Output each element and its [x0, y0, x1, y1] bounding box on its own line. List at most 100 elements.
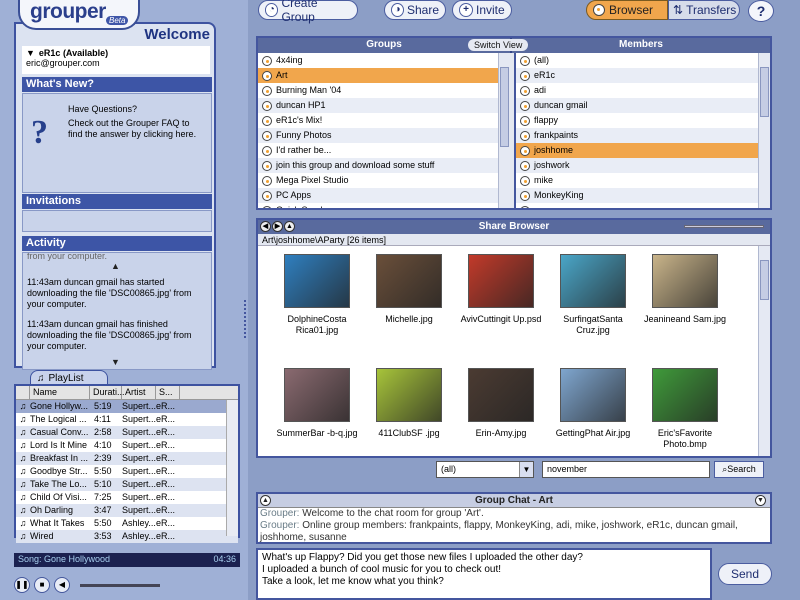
track-source: eR...: [156, 440, 176, 450]
scroll-down-icon[interactable]: ▼: [111, 357, 120, 367]
member-item[interactable]: joshhome: [516, 143, 770, 158]
file-thumbnail[interactable]: SummerBar -b-q.jpg: [272, 368, 362, 439]
col-name[interactable]: Name: [30, 386, 90, 399]
expand-icon[interactable]: ▼: [755, 495, 766, 506]
tab-transfers[interactable]: ⇅ Transfers: [668, 0, 740, 20]
file-name: 411ClubSF .jpg: [378, 428, 440, 438]
invitations-header[interactable]: Invitations: [22, 194, 212, 209]
file-thumbnail[interactable]: Eric'sFavorite Photo.bmp: [640, 368, 730, 450]
member-item[interactable]: adi: [516, 83, 770, 98]
playlist-scrollbar[interactable]: [226, 400, 238, 536]
group-item[interactable]: join this group and download some stuff: [258, 158, 510, 173]
playlist-row[interactable]: ♫ What It Takes 5:50 Ashley... eR...: [16, 517, 238, 530]
group-item[interactable]: eR1c's Mix!: [258, 113, 510, 128]
group-item[interactable]: Burning Man '04: [258, 83, 510, 98]
track-source: eR...: [156, 466, 176, 476]
track-artist: Supert...: [122, 479, 156, 489]
track-name: Oh Darling: [30, 505, 74, 515]
track-source: eR...: [156, 518, 176, 528]
stop-icon[interactable]: ■: [34, 577, 50, 593]
member-item[interactable]: susanne: [516, 203, 770, 208]
playlist-row[interactable]: ♫ Take The Lo... 5:10 Supert... eR...: [16, 478, 238, 491]
group-item[interactable]: duncan HP1: [258, 98, 510, 113]
search-button[interactable]: ⌕Search: [714, 461, 764, 478]
activity-header[interactable]: Activity: [22, 236, 212, 251]
group-item[interactable]: Funny Photos: [258, 128, 510, 143]
back-icon[interactable]: ◀: [260, 221, 271, 232]
user-status[interactable]: ▼ eR1c (Available) eric@grouper.com: [22, 46, 210, 74]
chat-input[interactable]: What's up Flappy? Did you get those new …: [256, 548, 712, 600]
whats-new-header[interactable]: What's New?: [22, 77, 212, 92]
track-artist: Supert...: [122, 440, 156, 450]
file-thumbnail[interactable]: GettingPhat Air.jpg: [548, 368, 638, 439]
groups-members-panel: Groups Members Switch View 4x4ing Art Burn…: [256, 36, 772, 210]
playlist-row[interactable]: ♫ Wired 3:53 Ashley... eR...: [16, 530, 238, 543]
tab-browser[interactable]: Browser: [586, 0, 668, 20]
playlist-row[interactable]: ♫ Child Of Visi... 7:25 Supert... eR...: [16, 491, 238, 504]
playlist-row[interactable]: ♫ Casual Conv... 2:58 Supert... eR...: [16, 426, 238, 439]
member-item[interactable]: eR1c: [516, 68, 770, 83]
file-thumbnail[interactable]: 411ClubSF .jpg: [364, 368, 454, 439]
playlist-row[interactable]: ♫ Breakfast In ... 2:39 Supert... eR...: [16, 452, 238, 465]
playlist-row[interactable]: ♫ Lord Is It Mine 4:10 Supert... eR...: [16, 439, 238, 452]
group-item[interactable]: 4x4ing: [258, 53, 510, 68]
members-scrollbar[interactable]: [758, 53, 770, 208]
volume-icon[interactable]: ◀: [54, 577, 70, 593]
send-button[interactable]: Send: [718, 563, 772, 585]
scroll-up-icon[interactable]: ▲: [111, 261, 120, 271]
group-item[interactable]: Art: [258, 68, 510, 83]
music-note-icon: ♫: [19, 505, 27, 515]
help-button[interactable]: ?: [748, 0, 774, 22]
faq-link[interactable]: Check out the Grouper FAQ to find the an…: [68, 118, 198, 140]
group-item[interactable]: Quick Sand: [258, 203, 510, 208]
member-item[interactable]: duncan gmail: [516, 98, 770, 113]
playlist-row[interactable]: ♫ Gone Hollyw... 5:19 Supert... eR...: [16, 400, 238, 413]
volume-slider[interactable]: [80, 583, 160, 587]
create-group-button[interactable]: ◔ Create Group: [258, 0, 358, 24]
file-thumbnail[interactable]: AvivCuttingit Up.psd: [456, 254, 546, 325]
file-thumbnail[interactable]: Erin-Amy.jpg: [456, 368, 546, 439]
file-thumbnail[interactable]: Michelle.jpg: [364, 254, 454, 325]
member-filter-select[interactable]: (all) ▼: [436, 461, 534, 478]
group-icon: [262, 100, 272, 111]
share-button[interactable]: ◑ Share: [384, 0, 446, 20]
col-duration[interactable]: Durati...: [90, 386, 125, 399]
forward-icon[interactable]: ▶: [272, 221, 283, 232]
member-item[interactable]: frankpaints: [516, 128, 770, 143]
pause-icon[interactable]: ❚❚: [14, 577, 30, 593]
member-icon: [520, 85, 530, 96]
thumbnail-size-slider[interactable]: [684, 225, 764, 228]
up-folder-icon[interactable]: ▲: [284, 221, 295, 232]
playlist-row[interactable]: ♫ Goodbye Str... 5:50 Supert... eR...: [16, 465, 238, 478]
share-scrollbar[interactable]: [758, 246, 770, 456]
chat-input-line: I uploaded a bunch of cool music for you…: [262, 564, 502, 575]
groups-scrollbar[interactable]: [498, 53, 510, 208]
invite-button[interactable]: + Invite: [452, 0, 512, 20]
member-item[interactable]: joshwork: [516, 158, 770, 173]
col-s[interactable]: S...: [156, 386, 180, 399]
file-thumbnail[interactable]: Jeanineand Sam.jpg: [640, 254, 730, 325]
group-item[interactable]: I'd rather be...: [258, 143, 510, 158]
group-label: Art: [276, 70, 288, 80]
panel-resize-handle[interactable]: [244, 300, 250, 338]
member-item[interactable]: flappy: [516, 113, 770, 128]
file-thumbnail[interactable]: SurfingatSanta Cruz.jpg: [548, 254, 638, 336]
member-item[interactable]: (all): [516, 53, 770, 68]
group-item[interactable]: Mega Pixel Studio: [258, 173, 510, 188]
playlist-tab[interactable]: ♫ PlayList: [30, 370, 108, 385]
track-duration: 5:10: [94, 479, 112, 489]
member-item[interactable]: mike: [516, 173, 770, 188]
col-artist[interactable]: Artist: [122, 386, 156, 399]
playlist-row[interactable]: ♫ The Logical ... 4:11 Supert... eR...: [16, 413, 238, 426]
track-name: Casual Conv...: [30, 427, 89, 437]
group-item[interactable]: PC Apps: [258, 188, 510, 203]
playlist-row[interactable]: ♫ Oh Darling 3:47 Supert... eR...: [16, 504, 238, 517]
collapse-icon[interactable]: ▲: [260, 495, 271, 506]
search-input[interactable]: november: [542, 461, 710, 478]
member-item[interactable]: MonkeyKing: [516, 188, 770, 203]
file-thumbnail[interactable]: DolphineCosta Rica01.jpg: [272, 254, 362, 336]
switch-view-button[interactable]: Switch View: [468, 39, 529, 51]
question-mark-icon[interactable]: ?: [31, 114, 48, 152]
track-artist: Ashley...: [122, 518, 156, 528]
browser-icon: [593, 4, 605, 16]
